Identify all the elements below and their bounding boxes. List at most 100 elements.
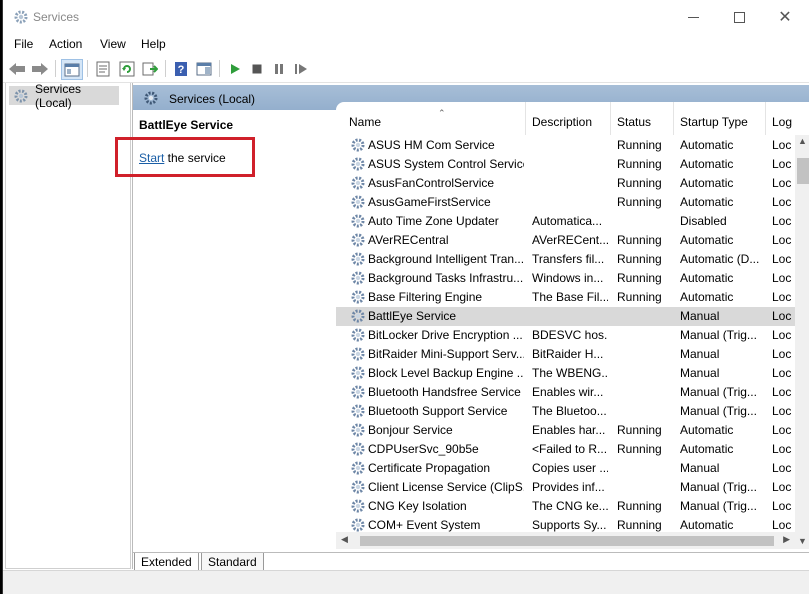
start-service-button[interactable] [225,59,245,78]
pause-icon [275,63,283,74]
scroll-up-icon[interactable]: ▲ [798,136,807,146]
scroll-right-icon[interactable]: ▶ [783,534,790,545]
pane-header-title: Services (Local) [169,92,256,106]
service-gear-icon [350,441,366,460]
service-description-cell: BDESVC hos... [532,328,608,342]
show-hide-action-pane-button[interactable] [194,59,214,78]
service-startup-cell: Automatic [680,423,734,437]
service-row[interactable]: AVerRECentral AVerRECent... Running Automat… [336,231,798,250]
service-gear-icon [350,213,366,232]
service-description-cell: The CNG ke... [532,499,608,513]
column-header-name[interactable]: ⌃ Name [336,102,526,135]
vertical-scrollbar[interactable]: ▲ ▼ [795,135,809,549]
stop-icon [252,64,262,73]
help-book-icon: ? [175,61,187,76]
service-row[interactable]: Base Filtering Engine The Base Fil... Runn… [336,288,798,307]
stop-service-button[interactable] [247,59,267,78]
service-description-cell: Copies user ... [532,461,608,475]
back-button[interactable] [7,59,27,78]
column-header-status[interactable]: Status [611,102,674,135]
tab-extended[interactable]: Extended [134,553,199,571]
column-header-label: Log [772,115,793,129]
service-row[interactable]: Auto Time Zone Updater Automatica... Disab… [336,212,798,231]
tree-item-services-local[interactable]: Services (Local) [9,82,119,110]
service-row[interactable]: Bonjour Service Enables har... Running Auto… [336,421,798,440]
column-header-startup-type[interactable]: Startup Type [674,102,766,135]
horizontal-scroll-thumb[interactable] [360,536,774,546]
service-row[interactable]: Certificate Propagation Copies user ... Ma… [336,459,798,478]
column-header-description[interactable]: Description [526,102,611,135]
menu-action[interactable]: Action [49,37,82,51]
service-row[interactable]: Client License Service (ClipS... Provides… [336,478,798,497]
menu-view[interactable]: View [100,37,126,51]
service-row[interactable]: BitLocker Drive Encryption ... BDESVC hos… [336,326,798,345]
properties-button[interactable] [93,59,113,78]
help-button[interactable]: ? [171,59,191,78]
pause-service-button[interactable] [269,59,289,78]
service-row[interactable]: AsusFanControlService Running Automatic Loc [336,174,798,193]
services-list: ⌃ Name Description Status Startup Type L… [336,102,809,549]
service-status-cell: Running [617,157,662,171]
export-list-button[interactable] [140,59,160,78]
service-status-cell: Running [617,271,662,285]
service-row[interactable]: AsusGameFirstService Running Automatic Loc [336,193,798,212]
horizontal-scrollbar[interactable]: ◀ ▶ [336,532,795,549]
minimize-button[interactable] [670,2,716,32]
service-startup-cell: Automatic (D... [680,252,760,266]
service-startup-cell: Automatic [680,290,734,304]
service-gear-icon [350,156,366,175]
column-header-log-on-as[interactable]: Log [766,102,809,135]
service-startup-cell: Manual (Trig... [680,480,757,494]
service-row[interactable]: CNG Key Isolation The CNG ke... Running Man… [336,497,798,516]
service-name-cell: BitRaider Mini-Support Serv... [368,347,524,361]
service-description-cell: Supports Sy... [532,518,607,532]
service-description-cell: Enables wir... [532,385,604,399]
service-description-cell: AVerRECent... [532,233,608,247]
services-gear-icon [143,90,159,109]
service-row[interactable]: BitRaider Mini-Support Serv... BitRaider … [336,345,798,364]
scroll-down-icon[interactable]: ▼ [798,536,807,546]
column-header-label: Status [617,115,652,129]
service-startup-cell: Manual [680,461,720,475]
service-row[interactable]: ASUS System Control Service Running Automa… [336,155,798,174]
close-icon: ✕ [778,9,792,26]
show-hide-console-tree-button[interactable] [61,59,83,80]
minimize-icon [687,16,699,18]
service-name-cell: ASUS HM Com Service [368,138,495,152]
service-startup-cell: Automatic [680,271,734,285]
service-row[interactable]: Bluetooth Support Service The Bluetoo... M… [336,402,798,421]
restart-service-button[interactable] [291,59,311,78]
refresh-button[interactable] [117,59,137,78]
service-gear-icon [350,137,366,156]
menu-file[interactable]: File [14,37,33,51]
play-icon [231,63,240,74]
service-name-cell: Background Intelligent Tran... [368,252,524,266]
service-row[interactable]: Background Tasks Infrastru... Windows in.… [336,269,798,288]
service-startup-cell: Automatic [680,176,734,190]
service-row[interactable]: Bluetooth Handsfree Service Enables wir..… [336,383,798,402]
view-tabs: Extended Standard [132,552,809,572]
console-tree-icon [64,63,80,76]
svg-text:?: ? [178,64,185,76]
toolbar: ? [3,55,809,83]
close-button[interactable]: ✕ [762,2,808,32]
service-name-cell: BattlEye Service [368,309,457,323]
service-row[interactable]: Block Level Backup Engine ... The WBENG..… [336,364,798,383]
service-row[interactable]: CDPUserSvc_90b5e <Failed to R... Running Au… [336,440,798,459]
service-name-cell: COM+ Event System [368,518,481,532]
service-startup-cell: Manual (Trig... [680,404,757,418]
service-row[interactable]: BattlEye Service Manual Loc [336,307,798,326]
column-header-label: Name [349,115,382,129]
tab-standard[interactable]: Standard [201,553,264,571]
forward-button[interactable] [30,59,50,78]
service-name-cell: Base Filtering Engine [368,290,483,304]
column-header-label: Description [532,115,593,129]
service-row[interactable]: ASUS HM Com Service Running Automatic Loc [336,136,798,155]
menu-help[interactable]: Help [141,37,166,51]
service-status-cell: Running [617,252,662,266]
vertical-scroll-thumb[interactable] [797,158,809,184]
maximize-button[interactable] [716,2,762,32]
service-description-cell: Automatica... [532,214,603,228]
service-row[interactable]: Background Intelligent Tran... Transfers … [336,250,798,269]
scroll-left-icon[interactable]: ◀ [341,534,348,545]
